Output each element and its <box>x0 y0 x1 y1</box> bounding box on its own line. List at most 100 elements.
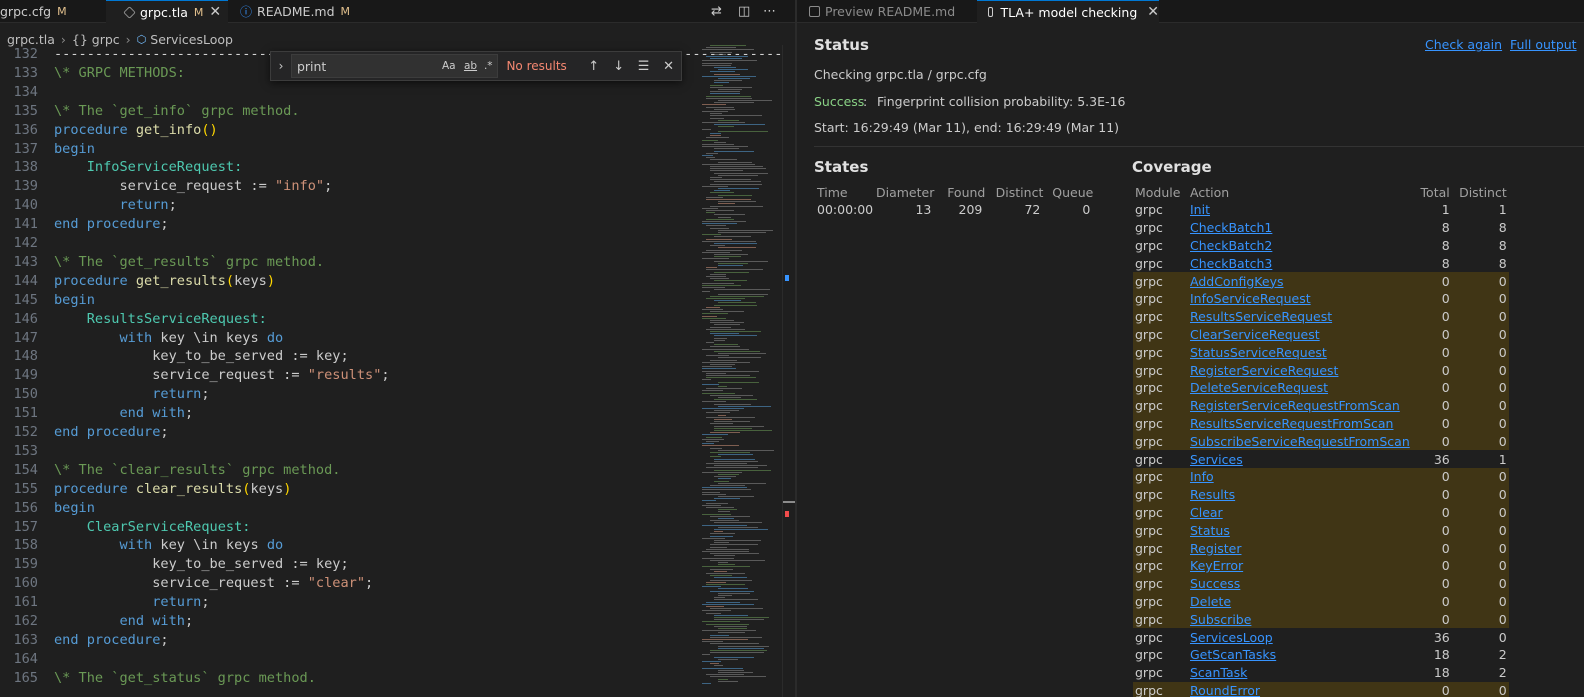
toggle-replace-icon[interactable]: › <box>271 59 291 73</box>
minimap-line <box>706 606 724 607</box>
minimap-line <box>718 353 766 354</box>
minimap-line <box>706 95 752 97</box>
more-actions-icon[interactable]: ⋯ <box>763 0 776 23</box>
cov-action-link[interactable]: GetScanTasks <box>1190 646 1410 664</box>
split-editor-icon[interactable]: ◫ <box>738 0 750 23</box>
find-in-selection-icon[interactable]: ☰ <box>631 59 656 74</box>
minimap-line <box>702 443 714 445</box>
cov-action-link[interactable]: Delete <box>1190 592 1410 611</box>
code-line: InfoServiceRequest: <box>86 159 243 176</box>
find-input[interactable]: print Aa ab .* <box>290 54 499 78</box>
cov-module-cell: grpc <box>1135 220 1163 236</box>
tab-preview-readme[interactable]: Preview README.md <box>797 0 977 23</box>
cov-action-link[interactable]: ClearServiceRequest <box>1190 325 1410 344</box>
minimap-line <box>710 168 767 170</box>
cov-action-link[interactable]: Services <box>1190 450 1410 468</box>
cov-action-link[interactable]: CheckBatch2 <box>1190 237 1410 255</box>
minimap-line <box>702 434 728 436</box>
cov-action-link[interactable]: CheckBatch3 <box>1190 254 1410 272</box>
close-icon[interactable]: ✕ <box>1147 4 1159 20</box>
cov-distinct-cell: 0 <box>1451 307 1509 326</box>
minimap-line <box>702 630 757 632</box>
cov-action-link[interactable]: InfoServiceRequest <box>1190 289 1410 308</box>
regex-icon[interactable]: .* <box>484 60 493 72</box>
minimap-line <box>710 676 766 678</box>
minimap-line <box>718 386 727 387</box>
minimap-line <box>702 491 721 493</box>
cov-action-link[interactable]: Clear <box>1190 503 1410 522</box>
minimap-line <box>718 229 774 231</box>
tab-grpc-tla[interactable]: grpc.tla M ✕ <box>106 0 228 23</box>
cov-action-link[interactable]: DeleteServiceRequest <box>1190 378 1410 397</box>
cov-action-link[interactable]: RegisterServiceRequest <box>1190 361 1410 379</box>
tab-tla-model-checking[interactable]: TLA+ model checking ✕ <box>977 0 1159 23</box>
cov-distinct-cell: 0 <box>1451 289 1509 308</box>
minimap-line <box>718 194 752 196</box>
cov-action-link[interactable]: Success <box>1190 574 1410 593</box>
cov-action-link[interactable]: ServicesLoop <box>1190 628 1410 646</box>
minimap-line <box>710 179 751 181</box>
arrow-down-icon[interactable]: ↓ <box>606 59 631 74</box>
cov-action-link[interactable]: ScanTask <box>1190 664 1410 682</box>
minimap-line <box>714 625 747 627</box>
minimap[interactable] <box>700 45 782 697</box>
match-case-icon[interactable]: Aa <box>442 60 456 72</box>
line-number: 147 <box>13 329 38 346</box>
modified-indicator: M <box>340 5 351 18</box>
cov-action-link[interactable]: ResultsServiceRequest <box>1190 307 1410 326</box>
cov-action-link[interactable]: SubscribeServiceRequestFromScan <box>1190 432 1410 451</box>
minimap-line <box>710 71 735 73</box>
table-row: grpc InfoServiceRequest 0 0 <box>1133 289 1509 308</box>
minimap-line <box>714 403 752 405</box>
cov-action-link[interactable]: RoundError <box>1190 681 1410 697</box>
vertical-scrollbar[interactable] <box>782 45 796 697</box>
minimap-line <box>702 603 754 605</box>
cov-action-link[interactable]: ResultsServiceRequestFromScan <box>1190 414 1410 433</box>
minimap-line <box>706 623 749 625</box>
match-word-icon[interactable]: ab <box>464 60 477 72</box>
tab-grpc-cfg[interactable]: grpc.cfg M <box>0 0 104 23</box>
cov-module-cell: grpc <box>1133 343 1190 362</box>
minimap-line <box>706 573 745 574</box>
cov-action-link[interactable]: Status <box>1190 521 1410 540</box>
check-again-link[interactable]: Check again <box>1425 37 1502 52</box>
column-header: Diameter <box>876 184 935 200</box>
cov-distinct-cell: 2 <box>1498 647 1507 663</box>
arrow-up-icon[interactable]: ↑ <box>581 59 606 74</box>
column-header: Distinct <box>1459 184 1507 200</box>
compare-changes-icon[interactable]: ⇄ <box>711 0 722 23</box>
cov-action-link[interactable]: Info <box>1190 467 1410 486</box>
cov-total-cell: 0 <box>1409 556 1452 575</box>
cov-action-link[interactable]: AddConfigKeys <box>1190 272 1410 290</box>
minimap-line <box>710 113 723 115</box>
cov-action-link[interactable]: StatusServiceRequest <box>1190 343 1410 362</box>
cov-action-link[interactable]: Register <box>1190 539 1410 557</box>
cov-total-cell: 0 <box>1409 432 1452 451</box>
full-output-link[interactable]: Full output <box>1510 37 1577 52</box>
line-number: 157 <box>13 518 38 535</box>
cov-action-link[interactable]: Subscribe <box>1190 610 1410 629</box>
cov-action-link[interactable]: KeyError <box>1190 556 1410 575</box>
minimap-line <box>706 388 743 390</box>
line-number: 163 <box>13 631 38 648</box>
code-line: return; <box>152 594 210 611</box>
minimap-line <box>714 597 725 599</box>
cov-action-link[interactable]: Init <box>1190 201 1410 219</box>
table-row: grpc ResultsServiceRequestFromScan 0 0 <box>1133 414 1509 433</box>
code-editor[interactable]: 132-------------------------------------… <box>0 46 880 697</box>
cov-distinct-cell: 0 <box>1451 485 1509 504</box>
cov-action-link[interactable]: CheckBatch1 <box>1190 219 1410 237</box>
close-icon[interactable]: ✕ <box>656 59 681 74</box>
tab-readme-md[interactable]: ⓘ README.md M <box>228 0 376 23</box>
cov-action-link[interactable]: Results <box>1190 485 1410 504</box>
minimap-line <box>710 331 762 332</box>
cov-distinct-cell: 0 <box>1451 467 1509 486</box>
close-icon[interactable]: ✕ <box>209 4 221 20</box>
code-line: service_request := "results"; <box>54 367 390 384</box>
line-number: 161 <box>13 594 38 611</box>
minimap-line <box>718 69 749 71</box>
minimap-line <box>702 258 729 260</box>
minimap-line <box>702 185 729 187</box>
find-widget: › print Aa ab .* No results ↑ ↓ ☰ ✕ <box>270 51 682 81</box>
cov-action-link[interactable]: RegisterServiceRequestFromScan <box>1190 396 1410 415</box>
